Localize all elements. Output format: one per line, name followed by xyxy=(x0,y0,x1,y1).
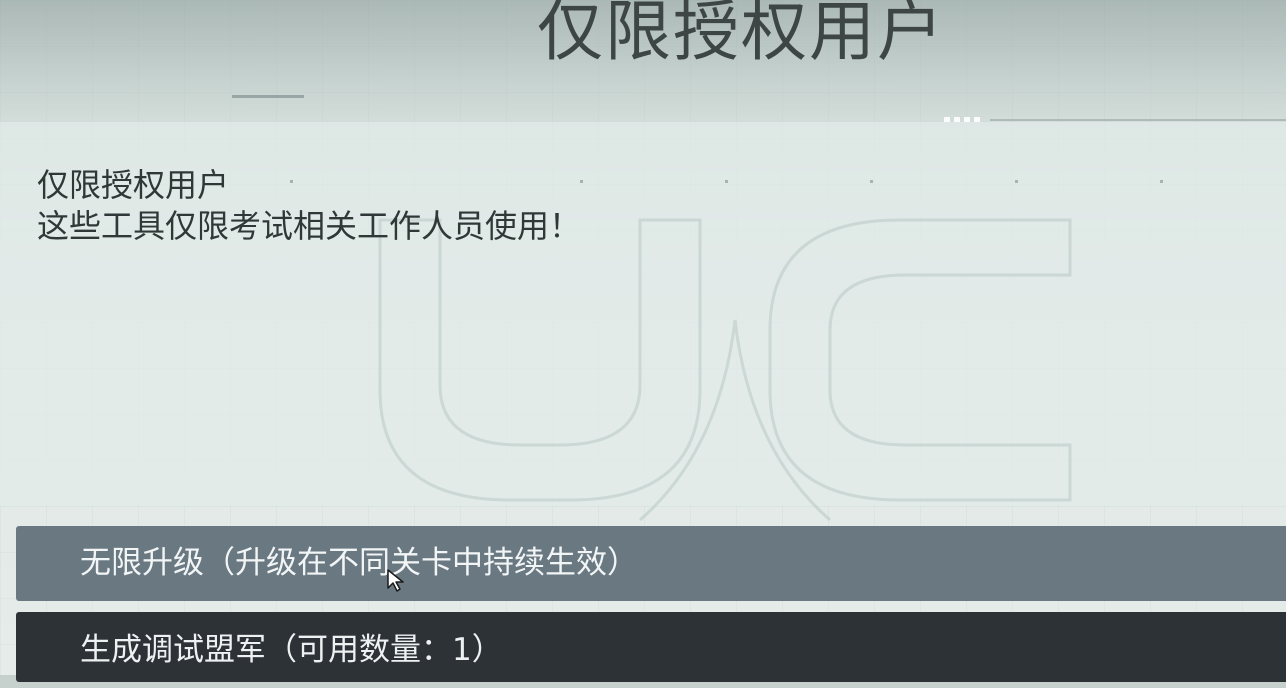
menu-item-label: 生成调试盟军（可用数量：1） xyxy=(80,632,503,668)
uc-logo-watermark xyxy=(378,218,1072,522)
info-title: 仅限授权用户 xyxy=(37,166,230,204)
menu-item-label: 无限升级（升级在不同关卡中持续生效） xyxy=(80,545,638,581)
menu-item-spawn-debug-ally[interactable]: 生成调试盟军（可用数量：1） xyxy=(16,612,1286,682)
mouse-pointer-icon xyxy=(387,569,404,592)
info-description: 这些工具仅限考试相关工作人员使用！ xyxy=(37,207,582,245)
header-decoration-line xyxy=(990,119,1286,121)
header-decoration-bar xyxy=(232,95,304,98)
page-title: 仅限授权用户 xyxy=(537,0,945,70)
menu-item-unlimited-upgrades[interactable]: 无限升级（升级在不同关卡中持续生效） xyxy=(16,526,1286,601)
